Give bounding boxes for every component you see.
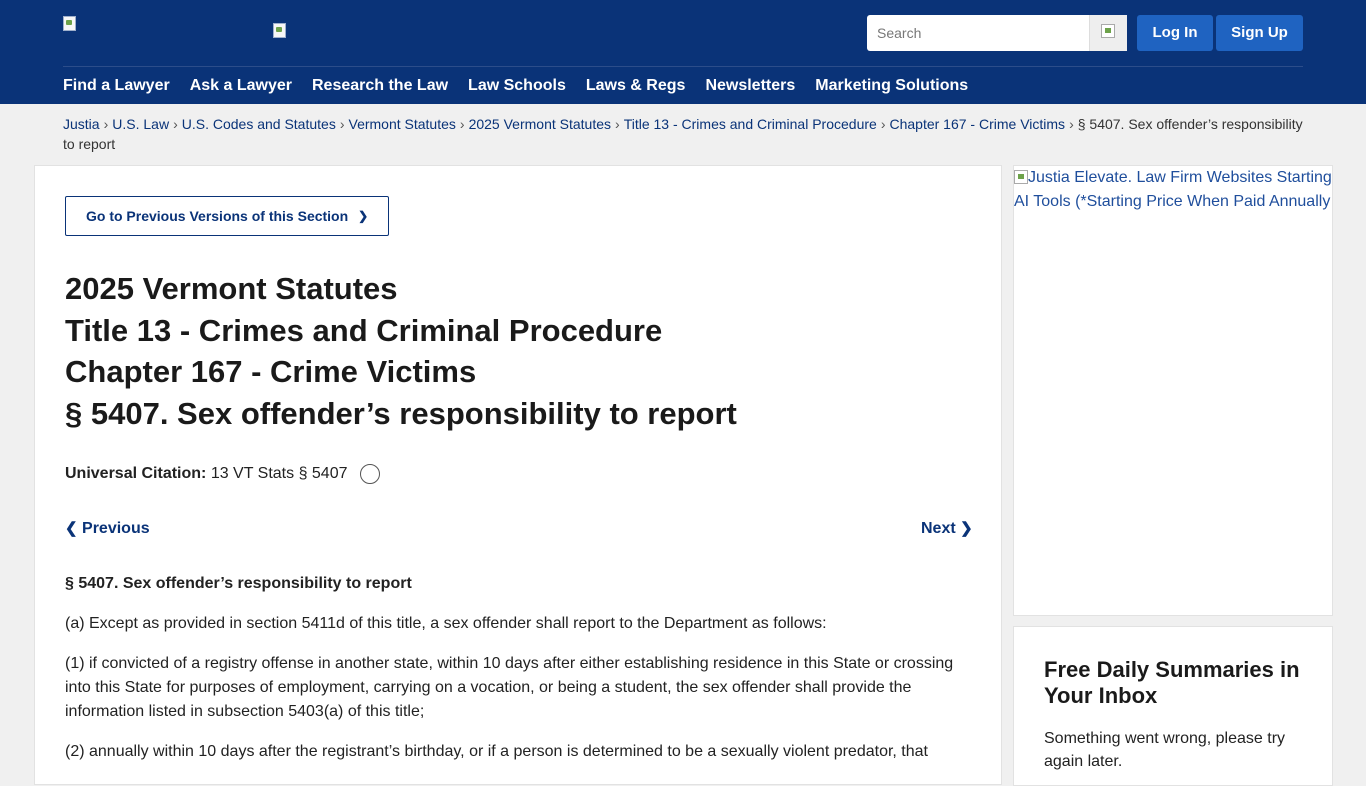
nav-research-the-law[interactable]: Research the Law bbox=[312, 76, 448, 96]
search-input[interactable] bbox=[867, 15, 1089, 51]
breadcrumb-separator: › bbox=[339, 116, 345, 132]
breadcrumb-separator: › bbox=[459, 116, 465, 132]
search-icon bbox=[1101, 24, 1115, 38]
ad-alt-line-1: Justia Elevate. Law Firm Websites Starti… bbox=[1028, 169, 1332, 186]
title-title: Title 13 - Crimes and Criminal Procedure bbox=[65, 312, 663, 348]
previous-versions-label: Go to Previous Versions of this Section bbox=[86, 208, 349, 224]
breadcrumb-separator: › bbox=[103, 116, 109, 132]
nav-law-schools[interactable]: Law Schools bbox=[468, 76, 566, 96]
statute-paragraph: (1) if convicted of a registry offense i… bbox=[65, 655, 954, 720]
title-chapter: Chapter 167 - Crime Victims bbox=[65, 354, 477, 389]
title-year: 2025 Vermont Statutes bbox=[65, 271, 398, 306]
previous-link[interactable]: ❮ Previous bbox=[65, 518, 150, 540]
previous-versions-dropdown[interactable]: Go to Previous Versions of this Section ❯ bbox=[65, 196, 389, 236]
nav-find-a-lawyer[interactable]: Find a Lawyer bbox=[63, 76, 170, 96]
login-button[interactable]: Log In bbox=[1137, 15, 1213, 51]
statute-paragraph: (a) Except as provided in section 5411d … bbox=[65, 615, 827, 632]
section-heading: § 5407. Sex offender’s responsibility to… bbox=[65, 575, 412, 592]
nav-marketing-solutions[interactable]: Marketing Solutions bbox=[815, 76, 968, 96]
newsletter-error-message: Something went wrong, please try again l… bbox=[1044, 730, 1286, 770]
breadcrumb-item[interactable]: 2025 Vermont Statutes bbox=[469, 116, 611, 132]
citation-value: 13 VT Stats § 5407 bbox=[210, 465, 348, 482]
header-divider bbox=[63, 66, 1303, 67]
signup-button[interactable]: Sign Up bbox=[1216, 15, 1303, 51]
newsletter-title: Free Daily Summaries in Your Inbox bbox=[1044, 657, 1300, 708]
sidebar-ad[interactable]: Justia Elevate. Law Firm Websites Starti… bbox=[1013, 165, 1333, 616]
nav-ask-a-lawyer[interactable]: Ask a Lawyer bbox=[190, 76, 292, 96]
nav-laws-regs[interactable]: Laws & Regs bbox=[586, 76, 686, 96]
breadcrumb-separator: › bbox=[880, 116, 886, 132]
justia-tagline-image-icon bbox=[273, 23, 289, 39]
chevron-down-icon: ❯ bbox=[358, 209, 369, 223]
title-section: § 5407. Sex offender’s responsibility to… bbox=[65, 395, 737, 431]
breadcrumb-item[interactable]: U.S. Law bbox=[112, 116, 169, 132]
breadcrumb-item[interactable]: Vermont Statutes bbox=[349, 116, 456, 132]
search-button[interactable] bbox=[1089, 15, 1127, 51]
main-nav: Find a Lawyer Ask a Lawyer Research the … bbox=[63, 76, 988, 96]
breadcrumb: Justia › U.S. Law › U.S. Codes and Statutes ›… bbox=[63, 114, 1308, 154]
broken-image-icon bbox=[1014, 170, 1028, 184]
breadcrumb-item[interactable]: Chapter 167 - Crime Victims bbox=[889, 116, 1065, 132]
citation-label: Universal Citation: bbox=[65, 465, 207, 482]
breadcrumb-separator: › bbox=[615, 116, 620, 132]
citation-info-icon[interactable] bbox=[359, 463, 380, 484]
site-header: Log In Sign Up Find a Lawyer Ask a Lawye… bbox=[0, 0, 1366, 104]
statute-text: § 5407. Sex offender’s responsibility to… bbox=[65, 572, 955, 780]
chevron-left-icon: ❮ bbox=[65, 520, 78, 537]
ad-alt-line-2: AI Tools (*Starting Price When Paid Annu… bbox=[1014, 193, 1331, 210]
breadcrumb-separator: › bbox=[173, 116, 178, 132]
breadcrumb-item[interactable]: U.S. Codes and Statutes bbox=[182, 116, 336, 132]
breadcrumb-item[interactable]: Justia bbox=[63, 116, 100, 132]
breadcrumb-item[interactable]: Title 13 - Crimes and Criminal Procedure bbox=[624, 116, 877, 132]
search-box bbox=[867, 15, 1127, 51]
previous-label: Previous bbox=[82, 520, 150, 537]
ad-image-alt-text[interactable]: Justia Elevate. Law Firm Websites Starti… bbox=[1014, 166, 1332, 214]
next-label: Next bbox=[921, 520, 956, 537]
statute-content: Go to Previous Versions of this Section ❯… bbox=[34, 165, 1002, 785]
justia-logo-icon[interactable] bbox=[63, 16, 79, 32]
page-title: 2025 Vermont Statutes Title 13 - Crimes … bbox=[65, 268, 965, 434]
nav-newsletters[interactable]: Newsletters bbox=[705, 76, 795, 96]
next-link[interactable]: Next ❯ bbox=[921, 518, 973, 540]
statute-paragraph: (2) annually within 10 days after the re… bbox=[65, 743, 928, 760]
newsletter-signup: Free Daily Summaries in Your Inbox Somet… bbox=[1013, 626, 1333, 786]
chevron-right-icon: ❯ bbox=[960, 520, 973, 537]
universal-citation: Universal Citation: 13 VT Stats § 5407 bbox=[65, 463, 380, 485]
breadcrumb-separator: › bbox=[1069, 116, 1074, 132]
